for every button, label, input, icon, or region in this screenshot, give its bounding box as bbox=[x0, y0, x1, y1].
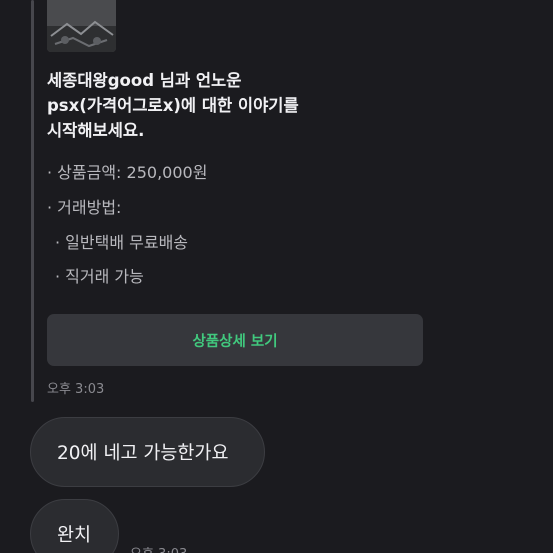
trade-method-item: · 일반택배 무료배송 bbox=[55, 233, 189, 252]
trade-method-label: · 거래방법: bbox=[47, 198, 122, 217]
chat-screen: 세종대왕good 님과 언노운 psx(가격어그로x)에 대한 이야기를 시작해… bbox=[0, 0, 553, 553]
card-title: 세종대왕good 님과 언노운 psx(가격어그로x)에 대한 이야기를 시작해… bbox=[47, 68, 377, 143]
card-title-line-2: psx(가격어그로x)에 대한 이야기를 bbox=[47, 96, 299, 115]
message-bubble[interactable]: 완치 bbox=[30, 499, 119, 553]
message-bubble[interactable]: 20에 네고 가능한가요 bbox=[30, 417, 265, 487]
card-title-line-3: 시작해보세요. bbox=[47, 121, 145, 140]
card-rule bbox=[31, 0, 34, 402]
card-title-line-1: 세종대왕good 님과 언노운 bbox=[47, 71, 242, 90]
trade-method-item: · 직거래 가능 bbox=[55, 267, 144, 286]
price-detail: · 상품금액: 250,000원 bbox=[47, 163, 208, 182]
message-timestamp: 오후 3:03 bbox=[130, 543, 187, 553]
message-text: 완치 bbox=[57, 525, 92, 546]
view-product-details-button[interactable]: 상품상세 보기 bbox=[47, 314, 423, 366]
message-text: 20에 네고 가능한가요 bbox=[57, 443, 229, 464]
message-timestamp: 오후 3:03 bbox=[47, 382, 105, 397]
product-photo-icon[interactable] bbox=[47, 0, 116, 52]
